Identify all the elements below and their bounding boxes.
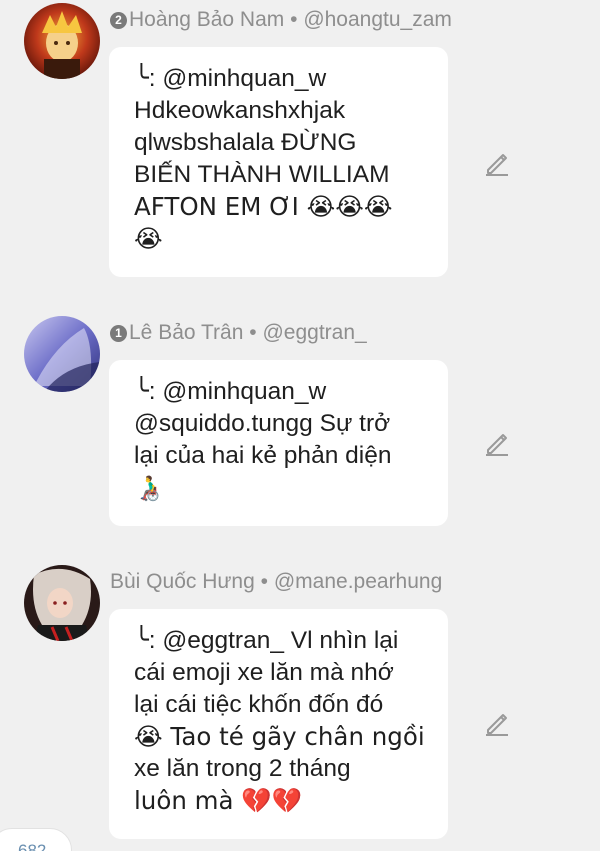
comment-text-line: lại cái tiệc khốn đốn đó (134, 691, 384, 718)
avatar[interactable] (24, 565, 100, 641)
comment-header: 2 Hoàng Bảo Nam • @hoangtu_zam (110, 8, 452, 32)
reaction-count: 682 (18, 841, 47, 851)
comment-header: 1 Lê Bảo Trân • @eggtran_ (110, 321, 367, 345)
comment-text-line: @squiddo.tungg Sự trở (134, 410, 391, 437)
separator-dot: • (249, 321, 257, 344)
comment-text-line: 👨‍🦽 (134, 473, 165, 502)
pencil-icon[interactable] (483, 149, 511, 177)
comment-text-line: ╰: @minhquan_w (134, 65, 327, 92)
pencil-icon[interactable] (483, 709, 511, 737)
author-name[interactable]: Lê Bảo Trân (129, 321, 243, 344)
comment-text-line: qlwsbshalala ĐỪNG (134, 129, 357, 156)
avatar[interactable] (24, 316, 100, 392)
comment-feed: 2 Hoàng Bảo Nam • @hoangtu_zam ╰: @minhqu… (0, 0, 600, 851)
reaction-count-pill[interactable]: 682 (0, 828, 72, 851)
comment-text-line: BIẾN THÀNH WILLIAM (134, 161, 390, 188)
reply-arrow-icon: ╰ (134, 378, 149, 405)
author-handle[interactable]: @hoangtu_zam (303, 8, 452, 31)
comment-bubble: ╰: @minhquan_w @squiddo.tungg Sự trở lại… (109, 360, 448, 526)
level-badge: 2 (110, 12, 127, 29)
comment-text-line: luôn mà 💔💔 (134, 786, 303, 815)
comment-text-line: Hdkeowkanshxhjak (134, 97, 346, 124)
author-name[interactable]: Bùi Quốc Hưng (110, 570, 255, 593)
separator-dot: • (290, 8, 298, 31)
comment-text-line: AFTON EM ƠI 😭😭😭 (134, 192, 393, 221)
comment-text-line: 😭 (134, 224, 163, 253)
separator-dot: • (260, 570, 268, 593)
author-handle[interactable]: @mane.pearhung (274, 570, 442, 593)
reply-arrow-icon: ╰ (134, 65, 149, 92)
comment-text-line: xe lăn trong 2 tháng (134, 755, 351, 782)
comment-header: Bùi Quốc Hưng • @mane.pearhung (110, 570, 442, 594)
comment-text-line: 😭 Tao té gãy chân ngồi (134, 722, 425, 751)
comment-bubble: ╰: @minhquan_w Hdkeowkanshxhjak qlwsbsha… (109, 47, 448, 277)
level-badge: 1 (110, 325, 127, 342)
comment-text-line: cái emoji xe lăn mà nhớ (134, 659, 394, 686)
author-name[interactable]: Hoàng Bảo Nam (129, 8, 284, 31)
comment-text-line: ╰: @eggtran_ Vl nhìn lại (134, 627, 399, 654)
author-handle[interactable]: @eggtran_ (262, 321, 366, 344)
comment-text-line: lại của hai kẻ phản diện (134, 442, 392, 469)
comment-bubble: ╰: @eggtran_ Vl nhìn lại cái emoji xe lă… (109, 609, 448, 839)
avatar[interactable] (24, 3, 100, 79)
pencil-icon[interactable] (483, 429, 511, 457)
comment-text-line: ╰: @minhquan_w (134, 378, 327, 405)
reply-arrow-icon: ╰ (134, 627, 149, 654)
